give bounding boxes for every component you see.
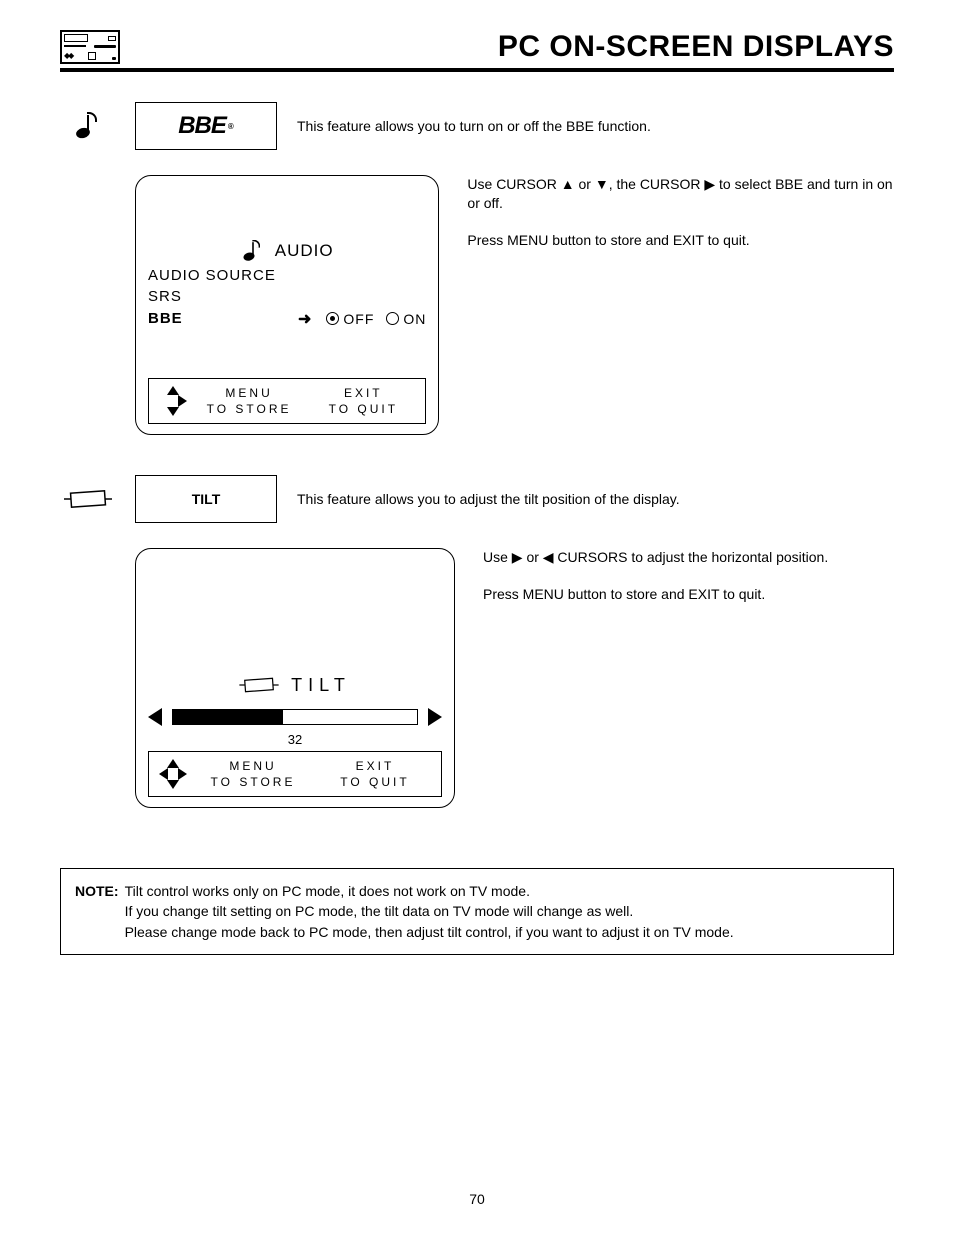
tilt-instr-2: Press MENU button to store and EXIT to q… — [483, 585, 828, 604]
slider-right-icon[interactable] — [428, 708, 442, 726]
bbe-label-box: BBE® — [135, 102, 277, 150]
tilt-label-box: TILT — [135, 475, 277, 523]
footer-exit: EXIT — [311, 385, 415, 401]
note-line-2: If you change tilt setting on PC mode, t… — [125, 901, 734, 921]
footer-to-store: TO STORE — [197, 774, 309, 790]
bbe-osd-panel: AUDIO AUDIO SOURCE SRS BBE ➜ OFF — [135, 175, 439, 435]
bbe-logo: BBE — [178, 112, 226, 140]
tilt-slider[interactable] — [172, 709, 418, 725]
footer-to-store: TO STORE — [197, 401, 301, 417]
note-line-3: Please change mode back to PC mode, then… — [125, 922, 734, 942]
bbe-option-off[interactable]: OFF — [326, 311, 374, 327]
bbe-option-on[interactable]: ON — [386, 311, 426, 327]
radio-on-icon — [326, 312, 339, 325]
tilt-icon — [60, 488, 115, 510]
tilt-side-text: Use ▶ or ◀ CURSORS to adjust the horizon… — [483, 548, 828, 808]
osd-title: AUDIO — [275, 241, 334, 261]
osd-item-audio-source: AUDIO SOURCE — [148, 267, 298, 284]
off-label: OFF — [343, 311, 374, 327]
note-label: NOTE: — [75, 881, 119, 942]
osd-footer: MENU TO STORE EXIT TO QUIT — [148, 378, 426, 424]
tilt-description: This feature allows you to adjust the ti… — [297, 491, 894, 507]
osd-item-srs: SRS — [148, 288, 298, 305]
osd-item-bbe: BBE — [148, 310, 298, 327]
tilt-value: 32 — [148, 732, 442, 747]
footer-to-quit: TO QUIT — [311, 401, 415, 417]
footer-menu: MENU — [197, 758, 309, 774]
radio-off-icon — [386, 312, 399, 325]
arrow-right-icon: ➜ — [298, 309, 312, 329]
section-bbe: BBE® This feature allows you to turn on … — [60, 102, 894, 435]
bbe-instr-2: Press MENU button to store and EXIT to q… — [467, 231, 894, 250]
registered-mark: ® — [228, 122, 234, 131]
bbe-instr-1: Use CURSOR ▲ or ▼, the CURSOR ▶ to selec… — [467, 175, 894, 213]
tilt-osd-panel: TILT 32 MENU — [135, 548, 455, 808]
music-note-icon — [243, 241, 262, 260]
pc-dongle-icon: ◆◆ — [60, 30, 120, 64]
on-label: ON — [403, 311, 426, 327]
tilt-osd-title: TILT — [291, 675, 351, 696]
page-header: ◆◆ PC ON-SCREEN DISPLAYS — [60, 30, 894, 64]
osd-footer: MENU TO STORE EXIT TO QUIT — [148, 751, 442, 797]
page-title: PC ON-SCREEN DISPLAYS — [498, 30, 894, 64]
footer-exit: EXIT — [319, 758, 431, 774]
tilt-label: TILT — [192, 491, 221, 507]
header-rule — [60, 68, 894, 72]
music-note-icon — [60, 114, 115, 138]
tilt-icon — [239, 676, 279, 694]
tilt-instr-1: Use ▶ or ◀ CURSORS to adjust the horizon… — [483, 548, 828, 567]
note-line-1: Tilt control works only on PC mode, it d… — [125, 881, 734, 901]
bbe-description: This feature allows you to turn on or of… — [297, 118, 894, 134]
footer-to-quit: TO QUIT — [319, 774, 431, 790]
navpad-icon — [159, 386, 187, 416]
slider-left-icon[interactable] — [148, 708, 162, 726]
page-number: 70 — [0, 1191, 954, 1207]
footer-menu: MENU — [197, 385, 301, 401]
section-tilt: TILT This feature allows you to adjust t… — [60, 475, 894, 808]
bbe-side-text: Use CURSOR ▲ or ▼, the CURSOR ▶ to selec… — [467, 175, 894, 435]
navpad-icon — [159, 759, 187, 789]
note-box: NOTE: Tilt control works only on PC mode… — [60, 868, 894, 955]
